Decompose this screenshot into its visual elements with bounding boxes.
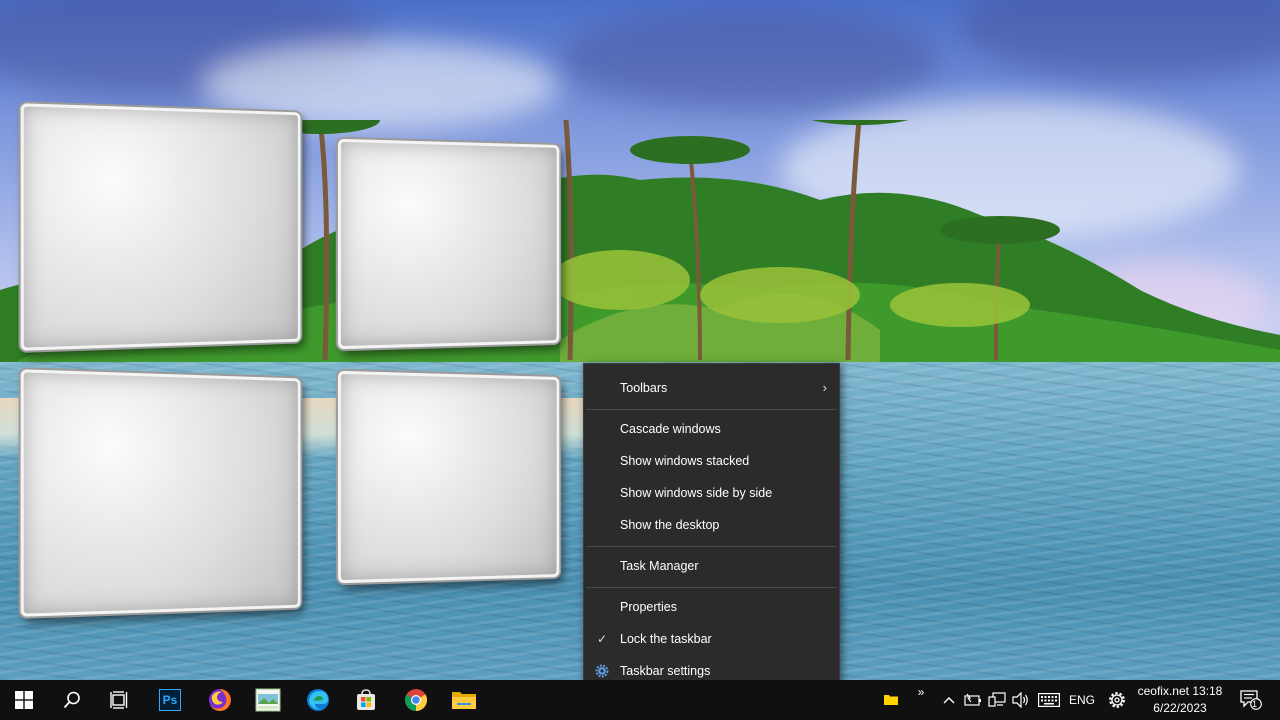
keyboard-icon xyxy=(1038,693,1060,707)
tray-folder-button[interactable] xyxy=(880,680,902,720)
start-button[interactable] xyxy=(0,680,48,720)
menu-item-properties[interactable]: Properties xyxy=(584,592,839,622)
menu-item-label: Task Manager xyxy=(620,559,699,573)
action-center-button[interactable]: 1 xyxy=(1234,680,1268,720)
windows-logo-icon xyxy=(15,691,33,709)
input-language-button[interactable]: ENG xyxy=(1066,680,1098,720)
battery-tray-button[interactable] xyxy=(962,680,984,720)
image-app-icon xyxy=(255,688,281,712)
chrome-app[interactable] xyxy=(392,680,440,720)
show-hidden-icons-button[interactable] xyxy=(938,680,960,720)
photo-app[interactable] xyxy=(244,680,292,720)
battery-charging-icon xyxy=(964,693,981,706)
logo-pane-top-right xyxy=(337,138,560,350)
folder-icon xyxy=(884,695,898,705)
menu-item-label: Properties xyxy=(620,600,677,614)
windows-logo-graphic xyxy=(0,0,600,640)
menu-item-label: Cascade windows xyxy=(620,422,721,436)
folder-icon xyxy=(452,692,476,709)
speaker-icon xyxy=(1012,692,1028,708)
taskbar-context-menu: Toolbars › Cascade windows Show windows … xyxy=(583,363,840,697)
taskbar-clock[interactable]: ceofix.net 13:18 6/22/2023 xyxy=(1132,683,1228,717)
chevron-right-icon: › xyxy=(822,380,827,395)
file-explorer-app[interactable] xyxy=(440,680,488,720)
menu-item-label: Show windows stacked xyxy=(620,454,750,468)
network-tray-button[interactable] xyxy=(986,680,1008,720)
photoshop-app[interactable]: Ps xyxy=(146,680,194,720)
edge-icon xyxy=(307,689,329,711)
menu-item-lock-the-taskbar[interactable]: ✓ Lock the taskbar xyxy=(584,624,839,654)
gear-icon xyxy=(595,664,609,678)
search-button[interactable] xyxy=(48,680,96,720)
settings-tray-button[interactable] xyxy=(1104,680,1130,720)
menu-item-label: Toolbars xyxy=(620,381,668,395)
logo-pane-bottom-right xyxy=(337,370,560,584)
checkmark-icon: ✓ xyxy=(597,632,608,646)
network-icon xyxy=(988,692,1006,707)
chrome-icon xyxy=(405,689,427,711)
chevron-up-icon xyxy=(943,697,955,704)
firefox-app[interactable] xyxy=(196,680,244,720)
menu-item-task-manager[interactable]: Task Manager xyxy=(584,551,839,581)
menu-item-toolbars[interactable]: Toolbars › xyxy=(584,373,839,403)
clock-time: ceofix.net 13:18 xyxy=(1137,684,1223,698)
search-icon xyxy=(63,691,80,709)
menu-item-show-windows-stacked[interactable]: Show windows stacked xyxy=(584,446,839,476)
double-chevron-icon: » xyxy=(917,685,925,699)
menu-item-show-windows-side-by-side[interactable]: Show windows side by side xyxy=(584,478,839,508)
logo-pane-top-left xyxy=(20,103,301,351)
photoshop-icon: Ps xyxy=(159,689,181,711)
menu-item-show-the-desktop[interactable]: Show the desktop xyxy=(584,510,839,540)
clock-date: 6/22/2023 xyxy=(1153,701,1207,715)
menu-item-label: Show windows side by side xyxy=(620,486,773,500)
menu-item-cascade-windows[interactable]: Cascade windows xyxy=(584,414,839,444)
firefox-icon xyxy=(209,689,231,711)
menu-item-label: Lock the taskbar xyxy=(620,632,712,646)
menu-item-label: Show the desktop xyxy=(620,518,720,532)
edge-app[interactable] xyxy=(294,680,342,720)
logo-pane-bottom-left xyxy=(20,369,301,617)
gear-icon xyxy=(1109,692,1125,708)
microsoft-store-icon xyxy=(357,689,375,710)
task-view-icon xyxy=(110,691,128,709)
menu-separator xyxy=(586,587,837,588)
toolbar-expand-button[interactable]: » xyxy=(912,672,930,712)
taskbar: Ps » ENG ceofix.net 13:18 6/22/2023 1 xyxy=(0,680,1280,720)
notification-count-badge: 1 xyxy=(1252,699,1258,709)
menu-separator xyxy=(586,546,837,547)
store-app[interactable] xyxy=(342,680,390,720)
language-indicator: ENG xyxy=(1068,693,1095,707)
touch-keyboard-button[interactable] xyxy=(1036,680,1062,720)
menu-separator xyxy=(586,409,837,410)
volume-tray-button[interactable] xyxy=(1010,680,1032,720)
task-view-button[interactable] xyxy=(96,680,144,720)
notification-icon xyxy=(1240,690,1262,710)
